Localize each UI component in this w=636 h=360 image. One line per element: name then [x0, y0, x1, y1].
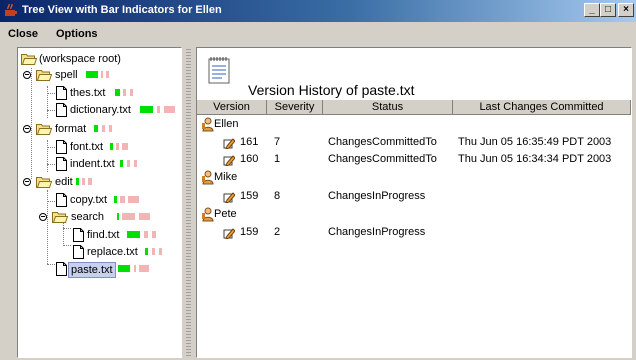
version-history-panel: Version History of paste.txt Version Sev…: [196, 47, 632, 358]
status-cell: ChangesInProgress: [328, 226, 426, 238]
tree-node-label: thes.txt: [70, 87, 106, 99]
severity-cell: 7: [274, 136, 281, 148]
tree-node-label-selected: paste.txt: [68, 262, 116, 278]
split-pane-divider[interactable]: [186, 47, 191, 358]
folder-open-icon: [36, 70, 52, 81]
tree-node-label: spell: [55, 69, 78, 81]
version-row[interactable]: 161 7 ChangesCommittedTo Thu Jun 05 16:3…: [197, 134, 631, 151]
version-history-title: Version History of paste.txt: [248, 82, 415, 98]
tree-node-label: edit: [55, 176, 73, 188]
version-cell: 159: [240, 190, 259, 202]
version-cell: 160: [240, 153, 259, 165]
file-icon: [56, 103, 67, 117]
user-name: Ellen: [214, 118, 239, 130]
version-cell: 161: [240, 136, 259, 148]
tree-node-label: search: [71, 211, 105, 223]
folder-open-icon: [36, 177, 52, 188]
close-window-button[interactable]: ×: [618, 3, 634, 17]
edit-pencil-icon: [223, 138, 235, 149]
folder-open-icon: [52, 212, 68, 223]
user-name: Pete: [214, 208, 237, 220]
severity-cell: 1: [274, 153, 281, 165]
minimize-button[interactable]: _: [584, 3, 600, 17]
version-row[interactable]: 159 2 ChangesInProgress: [197, 224, 631, 241]
tree-node-label: replace.txt: [87, 246, 138, 258]
severity-cell: 2: [274, 226, 281, 238]
file-icon: [73, 228, 84, 242]
column-header-version[interactable]: Version: [197, 100, 267, 115]
tree-node-label: indent.txt: [70, 158, 115, 170]
notepad-icon: [208, 57, 230, 84]
tree-node-label: find.txt: [87, 229, 120, 241]
tree-node-label: copy.txt: [70, 194, 108, 206]
column-header-last-changes[interactable]: Last Changes Committed: [453, 100, 631, 115]
tree-node-label: font.txt: [70, 141, 104, 153]
tree-node-label: dictionary.txt: [70, 104, 131, 116]
column-header-severity[interactable]: Severity: [267, 100, 323, 115]
file-icon: [56, 262, 67, 276]
window-title: Tree View with Bar Indicators for Ellen: [22, 4, 222, 16]
title-bar[interactable]: Tree View with Bar Indicators for Ellen …: [0, 0, 636, 22]
application-window: Tree View with Bar Indicators for Ellen …: [0, 0, 636, 360]
edit-pencil-icon: [223, 192, 235, 203]
version-row[interactable]: 160 1 ChangesCommittedTo Thu Jun 05 16:3…: [197, 151, 631, 168]
tree-node-label: format: [55, 123, 87, 135]
column-header-status[interactable]: Status: [323, 100, 453, 115]
file-icon: [56, 193, 67, 207]
file-icon: [56, 140, 67, 154]
status-cell: ChangesCommittedTo: [328, 153, 437, 165]
menu-close[interactable]: Close: [8, 28, 38, 40]
user-icon: [202, 170, 214, 185]
edit-pencil-icon: [223, 155, 235, 166]
version-cell: 159: [240, 226, 259, 238]
user-name: Mike: [214, 171, 238, 183]
expand-handle[interactable]: [23, 178, 31, 186]
expand-handle[interactable]: [23, 71, 31, 79]
maximize-button[interactable]: □: [600, 3, 616, 17]
user-icon: [202, 117, 214, 132]
status-cell: ChangesInProgress: [328, 190, 426, 202]
tree-node-label: (workspace root): [39, 53, 121, 65]
status-cell: ChangesCommittedTo: [328, 136, 437, 148]
workspace-tree[interactable]: (workspace root) spell thes.txt dictiona…: [17, 47, 182, 358]
severity-cell: 8: [274, 190, 281, 202]
folder-open-icon: [36, 124, 52, 135]
edit-pencil-icon: [223, 228, 235, 239]
folder-open-icon: [21, 54, 37, 65]
date-cell: Thu Jun 05 16:34:34 PDT 2003: [458, 153, 612, 165]
menu-bar: Close Options: [0, 22, 636, 45]
file-icon: [56, 86, 67, 100]
menu-options[interactable]: Options: [56, 28, 98, 40]
user-group-row[interactable]: Ellen: [197, 116, 631, 133]
version-row[interactable]: 159 8 ChangesInProgress: [197, 188, 631, 205]
expand-handle[interactable]: [39, 213, 47, 221]
file-icon: [56, 157, 67, 171]
user-group-row[interactable]: Pete: [197, 206, 631, 223]
file-icon: [73, 245, 84, 259]
user-icon: [202, 207, 214, 222]
expand-handle[interactable]: [23, 125, 31, 133]
table-header: Version Severity Status Last Changes Com…: [197, 100, 631, 115]
user-group-row[interactable]: Mike: [197, 169, 631, 186]
date-cell: Thu Jun 05 16:35:49 PDT 2003: [458, 136, 612, 148]
java-app-icon: [5, 4, 17, 16]
